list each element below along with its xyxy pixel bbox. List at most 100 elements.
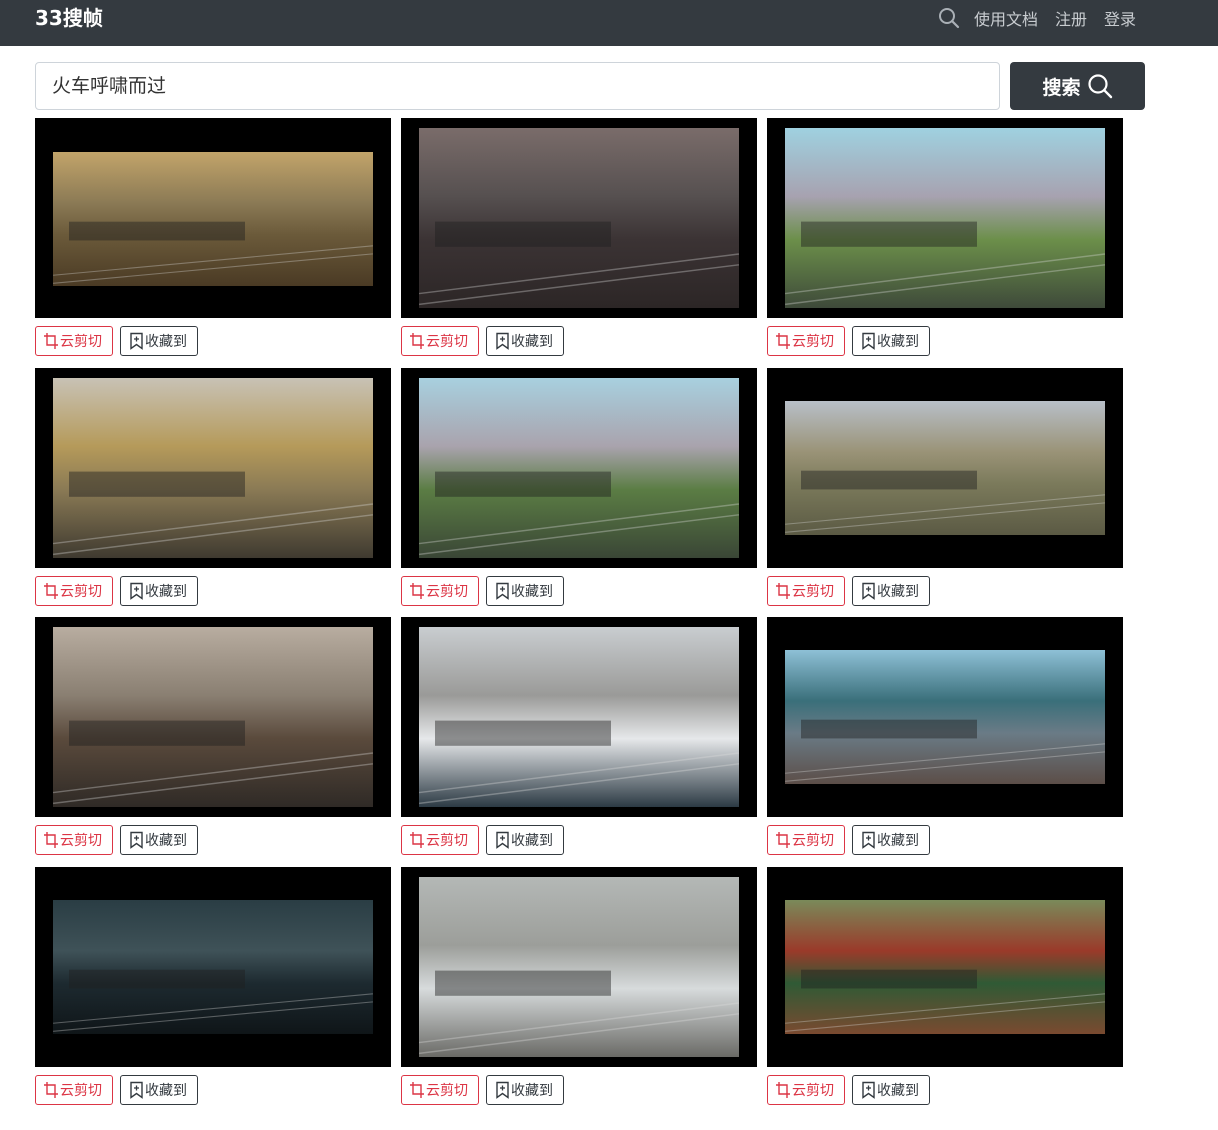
- cloud-clip-label: 云剪切: [60, 1082, 102, 1099]
- video-frame: [418, 128, 740, 308]
- nav-link-login[interactable]: 登录: [1104, 6, 1136, 30]
- crop-icon: [776, 333, 790, 349]
- result-card: 云剪切 收藏到: [767, 617, 1123, 857]
- card-actions: 云剪切 收藏到: [35, 326, 198, 356]
- cloud-clip-label: 云剪切: [792, 1082, 834, 1099]
- result-thumbnail[interactable]: [35, 617, 391, 817]
- crop-icon: [44, 832, 58, 848]
- card-actions: 云剪切 收藏到: [401, 825, 564, 855]
- result-thumbnail[interactable]: [767, 866, 1123, 1067]
- add-to-favorites-button[interactable]: 收藏到: [486, 326, 564, 356]
- result-thumbnail[interactable]: [401, 367, 757, 568]
- add-to-favorites-label: 收藏到: [877, 334, 919, 350]
- crop-icon: [776, 832, 790, 848]
- card-actions: 云剪切 收藏到: [767, 825, 930, 855]
- add-to-favorites-button[interactable]: 收藏到: [852, 575, 930, 606]
- scene-detail: [784, 969, 1106, 1032]
- bookmark-add-icon: [496, 831, 509, 849]
- cloud-clip-label: 云剪切: [792, 833, 834, 849]
- result-thumbnail[interactable]: [35, 866, 391, 1067]
- nav-links: 使用文档 注册 登录: [938, 6, 1136, 30]
- scene-detail: [784, 221, 1106, 306]
- result-card: 云剪切 收藏到: [401, 367, 757, 608]
- crop-icon: [44, 1081, 58, 1098]
- nav-link-docs[interactable]: 使用文档: [974, 6, 1038, 30]
- cloud-clip-button[interactable]: 云剪切: [767, 326, 845, 356]
- add-to-favorites-label: 收藏到: [511, 1082, 553, 1099]
- cloud-clip-button[interactable]: 云剪切: [401, 326, 479, 356]
- video-frame: [418, 377, 740, 558]
- result-card: 云剪切 收藏到: [401, 118, 757, 358]
- result-thumbnail[interactable]: [401, 617, 757, 817]
- result-thumbnail[interactable]: [401, 866, 757, 1067]
- add-to-favorites-label: 收藏到: [511, 583, 553, 600]
- add-to-favorites-label: 收藏到: [877, 1082, 919, 1099]
- video-frame: [52, 152, 374, 286]
- result-thumbnail[interactable]: [401, 118, 757, 318]
- add-to-favorites-label: 收藏到: [145, 1082, 187, 1099]
- nav-link-register[interactable]: 注册: [1055, 6, 1087, 30]
- result-thumbnail[interactable]: [767, 617, 1123, 817]
- crop-icon: [776, 1081, 790, 1098]
- add-to-favorites-button[interactable]: 收藏到: [852, 1074, 930, 1105]
- card-actions: 云剪切 收藏到: [401, 326, 564, 356]
- search-icon: [1087, 74, 1112, 99]
- add-to-favorites-label: 收藏到: [145, 334, 187, 350]
- cloud-clip-button[interactable]: 云剪切: [767, 825, 845, 855]
- cloud-clip-label: 云剪切: [792, 583, 834, 600]
- cloud-clip-button[interactable]: 云剪切: [35, 575, 113, 606]
- cloud-clip-button[interactable]: 云剪切: [401, 1074, 479, 1105]
- bookmark-add-icon: [862, 332, 875, 350]
- scene-detail: [52, 221, 374, 284]
- card-actions: 云剪切 收藏到: [35, 575, 198, 606]
- card-actions: 云剪切 收藏到: [35, 1074, 198, 1105]
- result-thumbnail[interactable]: [767, 118, 1123, 318]
- cloud-clip-button[interactable]: 云剪切: [35, 825, 113, 855]
- add-to-favorites-button[interactable]: 收藏到: [852, 825, 930, 855]
- result-thumbnail[interactable]: [35, 367, 391, 568]
- result-thumbnail[interactable]: [767, 367, 1123, 568]
- search-button[interactable]: 搜索: [1010, 62, 1145, 110]
- card-actions: 云剪切 收藏到: [401, 575, 564, 606]
- card-actions: 云剪切 收藏到: [767, 1074, 930, 1105]
- card-actions: 云剪切 收藏到: [767, 575, 930, 606]
- video-frame: [52, 899, 374, 1034]
- cloud-clip-label: 云剪切: [60, 833, 102, 849]
- cloud-clip-button[interactable]: 云剪切: [767, 1074, 845, 1105]
- add-to-favorites-button[interactable]: 收藏到: [486, 1074, 564, 1105]
- scene-detail: [52, 471, 374, 555]
- cloud-clip-button[interactable]: 云剪切: [35, 326, 113, 356]
- card-actions: 云剪切 收藏到: [35, 825, 198, 855]
- bookmark-add-icon: [130, 332, 143, 350]
- add-to-favorites-button[interactable]: 收藏到: [120, 825, 198, 855]
- result-card: 云剪切 收藏到: [767, 367, 1123, 608]
- bookmark-add-icon: [862, 831, 875, 849]
- cloud-clip-label: 云剪切: [426, 833, 468, 849]
- crop-icon: [44, 333, 58, 349]
- add-to-favorites-button[interactable]: 收藏到: [120, 575, 198, 606]
- result-card: 云剪切 收藏到: [35, 866, 391, 1107]
- cloud-clip-button[interactable]: 云剪切: [401, 825, 479, 855]
- scene-detail: [784, 719, 1106, 782]
- result-thumbnail[interactable]: [35, 118, 391, 318]
- add-to-favorites-button[interactable]: 收藏到: [486, 825, 564, 855]
- cloud-clip-button[interactable]: 云剪切: [767, 575, 845, 606]
- cloud-clip-label: 云剪切: [426, 583, 468, 600]
- scene-detail: [418, 221, 740, 306]
- brand-logo[interactable]: 33搜帧: [35, 6, 103, 30]
- add-to-favorites-button[interactable]: 收藏到: [120, 1074, 198, 1105]
- add-to-favorites-button[interactable]: 收藏到: [486, 575, 564, 606]
- add-to-favorites-button[interactable]: 收藏到: [852, 326, 930, 356]
- search-icon[interactable]: [938, 7, 960, 29]
- result-card: 云剪切 收藏到: [35, 617, 391, 857]
- search-input[interactable]: 火车呼啸而过: [35, 62, 1000, 110]
- cloud-clip-button[interactable]: 云剪切: [401, 575, 479, 606]
- result-card: 云剪切 收藏到: [35, 367, 391, 608]
- result-card: 云剪切 收藏到: [767, 118, 1123, 358]
- cloud-clip-button[interactable]: 云剪切: [35, 1074, 113, 1105]
- scene-detail: [52, 720, 374, 805]
- add-to-favorites-button[interactable]: 收藏到: [120, 326, 198, 356]
- result-card: 云剪切 收藏到: [767, 866, 1123, 1107]
- add-to-favorites-label: 收藏到: [511, 334, 553, 350]
- crop-icon: [410, 333, 424, 349]
